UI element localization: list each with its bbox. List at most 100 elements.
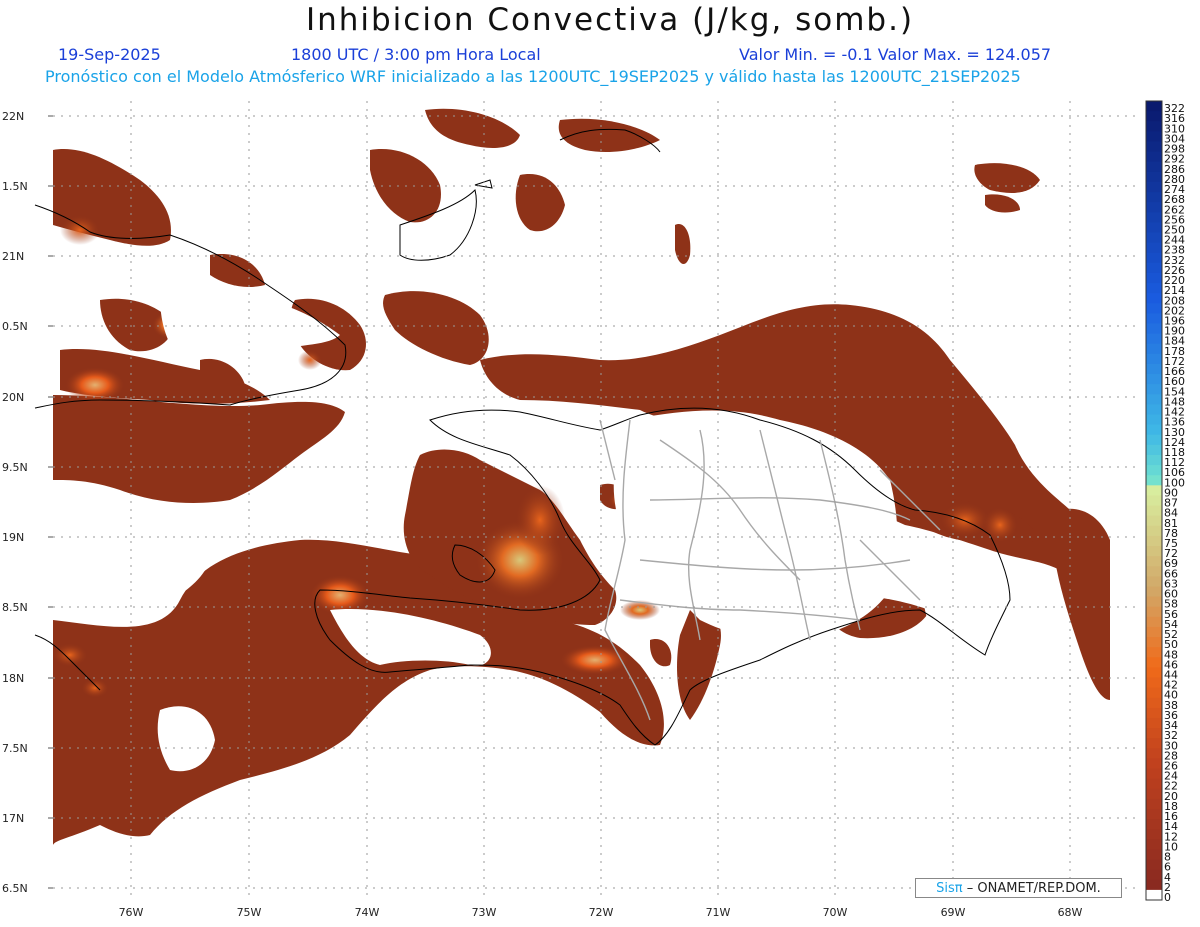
lat-label: 19N [2,531,24,544]
lat-label: 1.5N [2,180,28,193]
colorbar-swatch [1146,596,1162,608]
lat-label: 18N [2,672,24,685]
colorbar-swatch [1146,283,1162,294]
colorbar-swatch [1146,687,1162,699]
colorbar-swatch [1146,313,1162,325]
colorbar-swatch [1146,505,1162,517]
colorbar-swatch [1146,101,1162,112]
colorbar-swatch [1146,637,1162,648]
colorbar-swatch [1146,404,1162,416]
colorbar-swatch [1146,879,1162,891]
colorbar-swatch [1146,556,1162,567]
colorbar-swatch [1146,414,1162,426]
colorbar-swatch [1146,657,1162,668]
colorbar-swatch [1146,465,1162,476]
colorbar-swatch [1146,171,1162,183]
colorbar-swatch [1146,525,1162,537]
colorbar-swatch [1146,161,1162,173]
colorbar-swatch [1146,222,1162,233]
colorbar-swatch [1146,748,1162,759]
colorbar-swatch [1146,303,1162,314]
colorbar-swatch [1146,889,1162,901]
colorbar-swatch [1146,616,1162,628]
colorbar-swatch [1146,586,1162,598]
lat-labels: 22N 1.5N 21N 0.5N 20N 9.5N 19N 8.5N 18N … [2,110,28,895]
lon-label: 74W [355,906,380,919]
colorbar-swatch [1146,323,1162,335]
colorbar-swatch [1146,626,1162,638]
colorbar-swatch [1146,728,1162,739]
lon-label: 68W [1058,906,1083,919]
colorbar-swatch [1146,859,1162,871]
colorbar-swatch [1146,272,1162,284]
colorbar-swatch [1146,819,1162,830]
colorbar-swatch [1146,839,1162,850]
colorbar-swatch [1146,141,1162,153]
colorbar-swatch [1146,374,1162,385]
lat-label: 20N [2,391,24,404]
lat-label: 7.5N [2,742,28,755]
colorbar-swatch [1146,262,1162,274]
colorbar-swatch [1146,212,1162,223]
colorbar-swatch [1146,151,1162,163]
colorbar-swatch [1146,121,1162,132]
credit-text: – ONAMET/REP.DOM. [966,881,1101,896]
colorbar-swatch [1146,495,1162,507]
colorbar-swatch [1146,808,1162,820]
lat-label: 21N [2,250,24,263]
colorbar-swatch [1146,707,1162,719]
colorbar-swatch [1146,697,1162,709]
colorbar-swatch [1146,546,1162,557]
colorbar-swatch [1146,475,1162,486]
colorbar-swatch [1146,454,1162,466]
lon-label: 72W [589,906,614,919]
colorbar: 3223163103042982922862802742682622562502… [1145,100,1185,904]
colorbar-swatch [1146,363,1162,375]
lat-label: 6.5N [2,882,28,895]
colorbar-swatch [1146,606,1162,618]
colorbar-swatch [1146,131,1162,142]
colorbar-swatch [1146,778,1162,790]
colorbar-swatch [1146,192,1162,203]
colorbar-label: 0 [1164,891,1171,904]
colorbar-swatch [1146,758,1162,770]
map-canvas: 22N 1.5N 21N 0.5N 20N 9.5N 19N 8.5N 18N … [2,100,1185,919]
colorbar-swatch [1146,424,1162,436]
lat-label: 8.5N [2,601,28,614]
colorbar-swatch [1146,768,1162,780]
lon-label: 73W [472,906,497,919]
colorbar-swatch [1146,566,1162,577]
lat-label: 22N [2,110,24,123]
colorbar-swatch [1146,111,1162,122]
colorbar-swatch [1146,293,1162,304]
colorbar-swatch [1146,576,1162,587]
colorbar-swatch [1146,232,1162,244]
colorbar-swatch [1146,353,1162,365]
lon-label: 71W [706,906,731,919]
colorbar-swatch [1146,535,1162,547]
lon-label: 76W [119,906,144,919]
colorbar-swatch [1146,252,1162,264]
colorbar-swatch [1146,738,1162,749]
colorbar-swatch [1146,434,1162,446]
colorbar-swatch [1146,181,1162,193]
lon-label: 75W [237,906,262,919]
colorbar-swatch [1146,717,1162,729]
colorbar-swatch [1146,343,1162,355]
colorbar-swatch [1146,798,1162,810]
colorbar-swatch [1146,677,1162,689]
colorbar-swatch [1146,647,1162,658]
colorbar-swatch [1146,515,1162,527]
lon-label: 70W [823,906,848,919]
credit-box: Sisπ – ONAMET/REP.DOM. [915,878,1122,898]
colorbar-swatch [1146,667,1162,678]
lat-label: 0.5N [2,320,28,333]
colorbar-swatch [1146,394,1162,405]
colorbar-swatch [1146,829,1162,840]
colorbar-swatch [1146,202,1162,213]
colorbar-swatch [1146,444,1162,456]
colorbar-swatch [1146,788,1162,800]
colorbar-swatch [1146,849,1162,861]
colorbar-swatch [1146,333,1162,345]
colorbar-swatch [1146,869,1162,881]
